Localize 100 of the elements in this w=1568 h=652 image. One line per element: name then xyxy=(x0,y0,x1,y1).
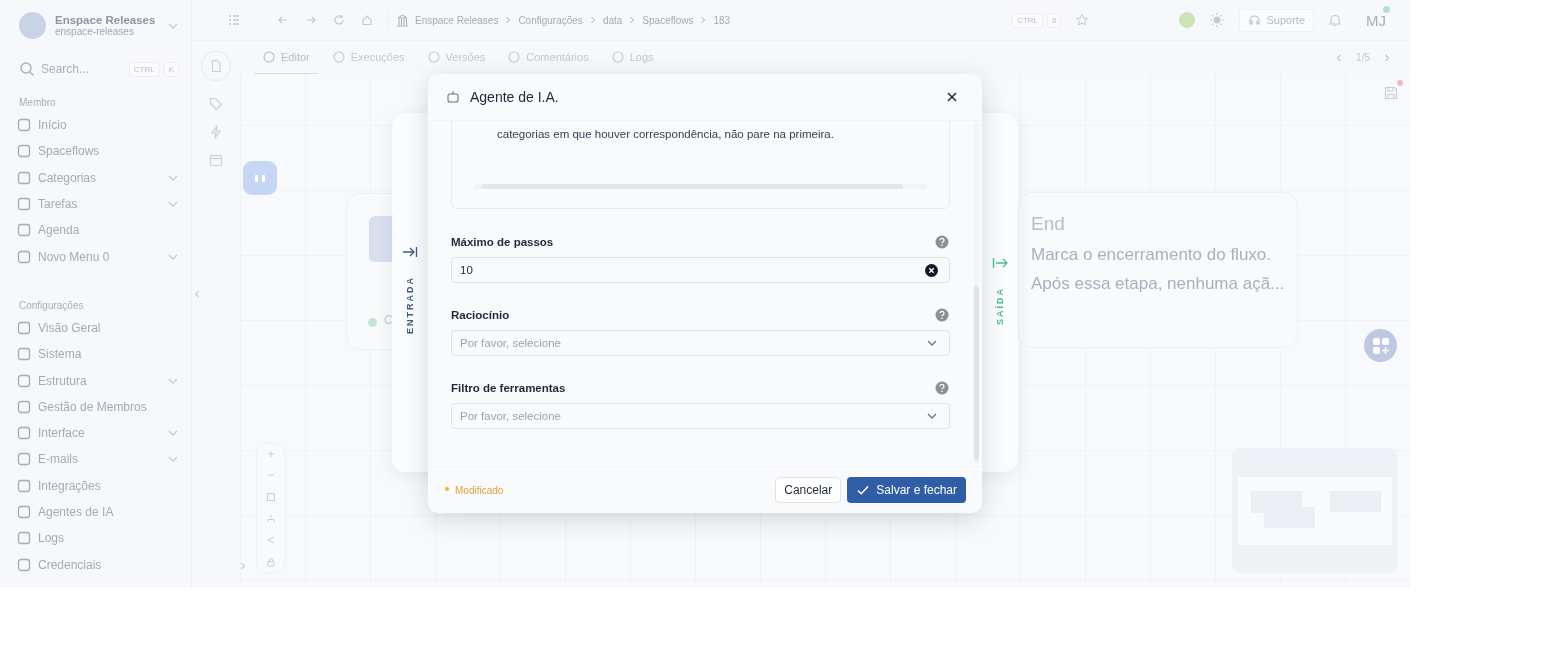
prompt-textarea[interactable]: categorias em que houver correspondência, não pare na primeira. xyxy=(451,121,950,209)
sidebar-item[interactable]: E-mails xyxy=(17,446,179,473)
unsaved-dot xyxy=(1397,80,1403,86)
chevron-right-icon xyxy=(588,16,597,24)
refresh-icon[interactable] xyxy=(333,14,345,26)
bell-icon[interactable] xyxy=(1328,13,1342,27)
square-icon xyxy=(17,373,31,388)
sidebar-item[interactable]: Integrações xyxy=(17,472,179,499)
cancel-button[interactable]: Cancelar xyxy=(775,477,842,503)
save-icon[interactable] xyxy=(1384,86,1398,100)
grid-plus-icon xyxy=(1371,336,1390,355)
breadcrumb-link[interactable]: 183 xyxy=(713,14,731,26)
building-icon xyxy=(396,13,409,27)
home-icon[interactable] xyxy=(361,14,373,26)
modified-dot xyxy=(445,486,449,491)
square-icon xyxy=(17,505,31,519)
lock-icon[interactable] xyxy=(266,557,276,568)
square-icon xyxy=(17,170,31,185)
support-button[interactable]: Suporte xyxy=(1239,8,1314,32)
chevron-right-icon[interactable] xyxy=(1382,52,1392,63)
square-icon xyxy=(17,399,31,414)
field-label: Máximo de passos xyxy=(451,236,554,248)
plus-icon[interactable] xyxy=(266,448,276,459)
back-arrow-icon[interactable] xyxy=(277,14,289,26)
sidebar-item[interactable]: Interface xyxy=(17,419,179,447)
square-icon xyxy=(17,118,31,133)
user-avatar[interactable]: MJ xyxy=(1366,11,1386,29)
robot-node[interactable] xyxy=(243,161,277,195)
field-label: Raciocínio xyxy=(451,309,510,321)
tab-icon xyxy=(426,50,441,64)
square-icon xyxy=(17,478,31,493)
workspace-name: Enspace Releases xyxy=(55,14,157,26)
sidebar-item[interactable]: Sistema xyxy=(17,341,179,368)
square-icon xyxy=(17,426,31,441)
sidebar-item[interactable]: Spaceflows xyxy=(17,138,179,165)
square-icon xyxy=(17,249,31,264)
hierarchy-icon[interactable] xyxy=(266,513,276,524)
sun-icon[interactable] xyxy=(1209,12,1226,28)
chevron-right-icon xyxy=(699,16,708,24)
chevron-left-icon[interactable] xyxy=(192,289,202,299)
square-icon xyxy=(17,144,31,159)
select-field[interactable]: Por favor, selecione xyxy=(451,403,950,429)
close-icon xyxy=(946,91,958,103)
shortcut-key: CTRL xyxy=(128,61,160,77)
sidebar-item[interactable]: Novo Menu 0 xyxy=(17,243,179,270)
chevron-right-icon[interactable] xyxy=(238,561,248,571)
breadcrumb-link[interactable]: Enspace Releases xyxy=(415,14,499,26)
add-widget-button[interactable] xyxy=(1364,329,1397,362)
search-icon xyxy=(19,61,35,77)
status-dot xyxy=(368,318,377,327)
sidebar-item[interactable]: Início xyxy=(17,112,179,139)
tab-icon xyxy=(610,50,625,64)
sidebar-item[interactable]: Tarefas xyxy=(17,190,179,218)
square-icon xyxy=(17,452,31,467)
select-field[interactable]: Por favor, selecione xyxy=(451,330,950,356)
breadcrumb-link[interactable]: data xyxy=(602,14,623,26)
sidebar-item[interactable]: Logs xyxy=(17,525,179,552)
help-icon[interactable] xyxy=(935,381,949,395)
tab-icon xyxy=(262,50,276,64)
arrow-from-line-icon xyxy=(992,257,1008,269)
clear-icon[interactable] xyxy=(925,263,938,277)
sidebar-item[interactable]: Estrutura xyxy=(17,367,179,394)
square-icon xyxy=(17,320,31,335)
sidebar-item[interactable]: Credenciais xyxy=(17,551,179,578)
star-icon[interactable] xyxy=(1075,13,1090,27)
workspace-avatar xyxy=(19,12,46,39)
dialog-title: Agente de I.A. xyxy=(470,89,559,105)
help-icon[interactable] xyxy=(935,308,949,322)
square-icon xyxy=(17,197,31,212)
sidebar-item[interactable]: Categorias xyxy=(17,164,179,191)
section-title: Configurações xyxy=(19,299,85,311)
section-title: Membro xyxy=(19,97,57,108)
help-icon[interactable] xyxy=(935,235,949,249)
square-icon xyxy=(17,223,31,238)
sidebar-item[interactable]: Gestão de Membros xyxy=(17,393,179,420)
square-icon xyxy=(17,557,31,572)
workspace-slug: enspace-releases xyxy=(55,26,135,37)
sidebar-item[interactable]: Agenda xyxy=(17,217,179,244)
headset-icon xyxy=(1248,13,1262,27)
share-icon[interactable] xyxy=(266,535,276,546)
node-title: End xyxy=(1031,213,1065,235)
calendar-icon[interactable] xyxy=(209,153,223,167)
input-label: ENTRADA xyxy=(405,276,415,334)
node-description: Após essa etapa, nenhuma açã... xyxy=(1031,273,1285,295)
number-input[interactable]: 10 xyxy=(451,257,950,283)
breadcrumb-link[interactable]: Configurações xyxy=(518,14,583,26)
flow-node[interactable]: End Marca o encerramento do fluxo. Após essa etapa, nenhuma açã... xyxy=(1018,192,1298,348)
vertical-scrollbar[interactable] xyxy=(974,123,979,464)
save-button[interactable]: Salvar e fechar xyxy=(847,477,966,503)
forward-arrow-icon[interactable] xyxy=(305,14,317,26)
list-icon[interactable] xyxy=(227,13,241,27)
sidebar-item[interactable]: Visão Geral xyxy=(17,314,179,342)
fit-icon[interactable] xyxy=(266,492,276,503)
tag-icon[interactable] xyxy=(209,97,223,111)
breadcrumb-link[interactable]: Spaceflows xyxy=(642,14,694,26)
node-description: Marca o encerramento do fluxo. xyxy=(1031,244,1271,266)
sidebar-item[interactable]: Agentes de IA xyxy=(17,498,179,526)
bolt-icon[interactable] xyxy=(209,125,223,139)
arrow-to-line-icon xyxy=(402,246,418,258)
robot-icon xyxy=(446,90,460,104)
